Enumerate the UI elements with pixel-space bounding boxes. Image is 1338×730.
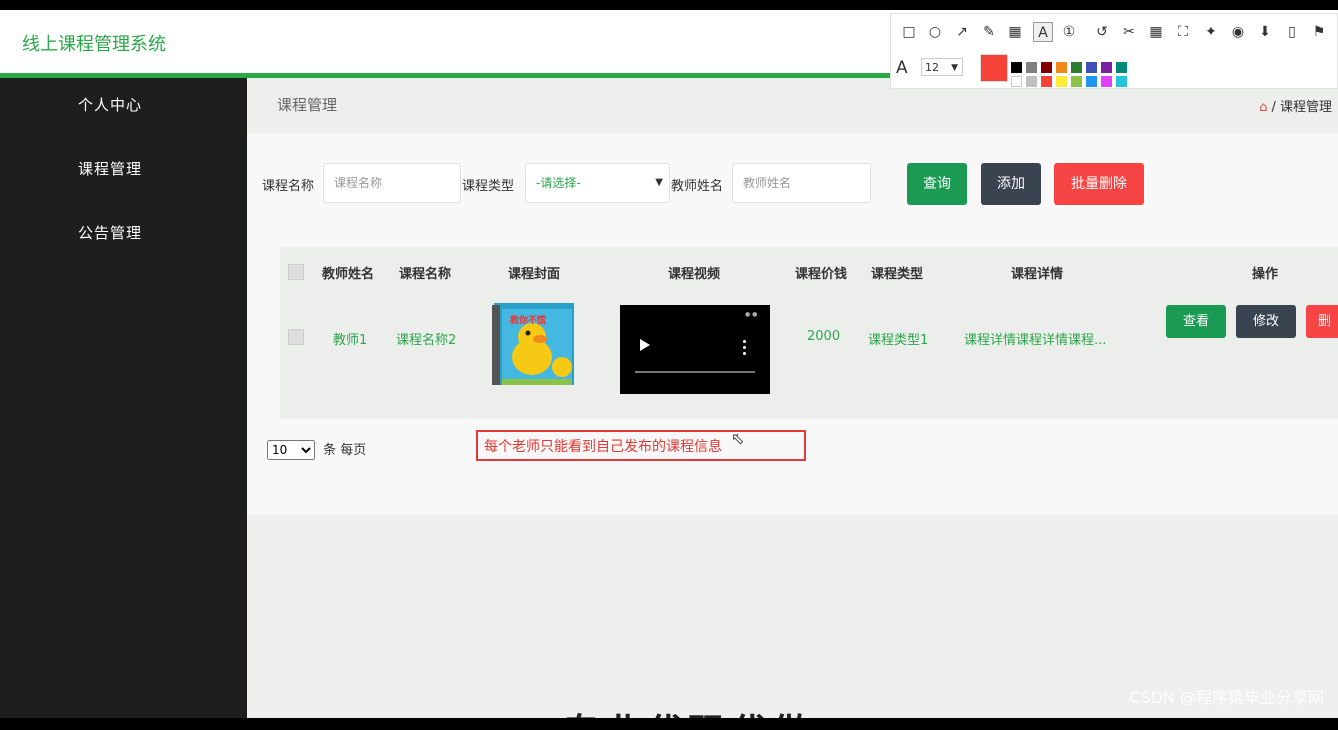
cell-details: 课程详情课程详情课程... bbox=[964, 333, 1107, 348]
column-header: 课程价钱 bbox=[795, 267, 848, 282]
bottom-overlay-text: 专业代码代做 bbox=[562, 702, 814, 718]
column-header: 课程封面 bbox=[508, 267, 561, 282]
add-button[interactable]: 添加 bbox=[981, 163, 1041, 205]
play-icon[interactable] bbox=[640, 339, 650, 351]
color-swatch[interactable] bbox=[1041, 62, 1052, 73]
course-table: 教师姓名 课程名称 课程封面 课程视频 课程价钱 课程类型 课程详情 操作 教师… bbox=[280, 247, 1338, 419]
watermark: CSDN @程序猿毕业分享网 bbox=[1129, 688, 1324, 707]
content-panel: 课程名称 课程名称 课程类型 -请选择- ▼ 教师姓名 教师姓名 查询 添加 批… bbox=[247, 133, 1338, 515]
number-tool-icon[interactable]: ① bbox=[1059, 22, 1079, 42]
teacher-name-label: 教师姓名 bbox=[671, 179, 724, 194]
color-swatch[interactable] bbox=[1011, 76, 1022, 87]
color-swatch[interactable] bbox=[1086, 62, 1097, 73]
chevron-down-icon: ▼ bbox=[951, 63, 958, 73]
search-bar: 课程名称 课程名称 课程类型 -请选择- ▼ 教师姓名 教师姓名 查询 添加 批… bbox=[262, 163, 1332, 205]
color-swatch[interactable] bbox=[1101, 76, 1112, 87]
color-swatch[interactable] bbox=[1026, 76, 1037, 87]
page-size-select[interactable]: 10 bbox=[267, 440, 315, 460]
main-content: 课程管理 ⌂ / 课程管理 课程名称 课程名称 课程类型 -请选择- ▼ 教师姓名… bbox=[247, 78, 1338, 718]
color-swatch[interactable] bbox=[1056, 76, 1067, 87]
query-button[interactable]: 查询 bbox=[907, 163, 967, 205]
rectangle-tool-icon[interactable]: □ bbox=[899, 22, 919, 42]
course-name-input[interactable]: 课程名称 bbox=[323, 163, 461, 203]
app-frame: 线上课程管理系统 个人中心 课程管理 公告管理 课程管理 ⌂ / 课程管理 课程名… bbox=[0, 10, 1338, 718]
cell-course-type: 课程类型1 bbox=[868, 333, 929, 348]
delete-button[interactable]: 删 bbox=[1306, 305, 1338, 338]
select-all-checkbox[interactable] bbox=[288, 264, 304, 280]
mouse-cursor-icon: ⬁ bbox=[731, 429, 745, 448]
breadcrumb: ⌂ / 课程管理 bbox=[1259, 100, 1332, 115]
pen-tool-icon[interactable]: ✎ bbox=[979, 22, 999, 42]
sidebar-item-profile[interactable]: 个人中心 bbox=[0, 94, 220, 115]
column-header: 课程详情 bbox=[1011, 267, 1064, 282]
translate-icon[interactable]: ▦ bbox=[1146, 22, 1166, 42]
cut-icon[interactable]: ✂ bbox=[1119, 22, 1139, 42]
pin-icon[interactable]: ✦ bbox=[1201, 22, 1221, 42]
screenshot-toolbar: □ ○ ↗ ✎ ▦ A ① ↺ ✂ ▦ ⛶ ✦ ◉ ⬇ ▯ ⚑ A 12 ▼ bbox=[890, 13, 1338, 89]
color-swatch[interactable] bbox=[1116, 62, 1127, 73]
batch-delete-button[interactable]: 批量删除 bbox=[1054, 163, 1144, 205]
row-checkbox[interactable] bbox=[288, 329, 304, 345]
view-button[interactable]: 查看 bbox=[1166, 305, 1226, 338]
color-swatch[interactable] bbox=[1101, 62, 1112, 73]
column-header: 教师姓名 bbox=[322, 267, 375, 282]
color-swatch[interactable] bbox=[1116, 76, 1127, 87]
current-color-swatch[interactable] bbox=[980, 54, 1008, 82]
color-swatch[interactable] bbox=[1071, 62, 1082, 73]
color-swatch[interactable] bbox=[1041, 76, 1052, 87]
course-type-select[interactable]: -请选择- ▼ bbox=[525, 163, 670, 203]
download-icon[interactable]: ⬇ bbox=[1255, 22, 1275, 42]
edit-button[interactable]: 修改 bbox=[1236, 305, 1296, 338]
course-cover-image: 教你不慌 bbox=[492, 299, 582, 389]
video-status-icon: ● ● bbox=[745, 311, 758, 318]
scan-icon[interactable]: ⛶ bbox=[1173, 22, 1193, 42]
breadcrumb-item[interactable]: 课程管理 bbox=[1280, 100, 1332, 115]
color-swatch[interactable] bbox=[1086, 76, 1097, 87]
sidebar-item-notices[interactable]: 公告管理 bbox=[0, 222, 220, 243]
column-header: 课程类型 bbox=[871, 267, 924, 282]
annotation-box: 每个老师只能看到自己发布的课程信息 bbox=[476, 430, 806, 461]
cover-title: 教你不慌 bbox=[510, 316, 547, 326]
teacher-name-input[interactable]: 教师姓名 bbox=[732, 163, 871, 203]
cell-price: 2000 bbox=[807, 329, 841, 344]
home-icon[interactable]: ⌂ bbox=[1259, 100, 1267, 115]
sidebar-item-courses[interactable]: 课程管理 bbox=[0, 158, 220, 179]
column-header: 课程名称 bbox=[399, 267, 452, 282]
phone-icon[interactable]: ▯ bbox=[1282, 22, 1302, 42]
column-header: 课程视频 bbox=[668, 267, 721, 282]
course-type-selected: -请选择- bbox=[536, 176, 581, 190]
color-swatch[interactable] bbox=[1071, 76, 1082, 87]
page-title: 课程管理 bbox=[277, 96, 338, 114]
page-size-suffix: 条 每页 bbox=[323, 443, 367, 458]
pagination: 10 条 每页 bbox=[267, 439, 366, 460]
bookmark-icon[interactable]: ⚑ bbox=[1309, 22, 1329, 42]
font-size-select[interactable]: 12 ▼ bbox=[921, 58, 963, 76]
color-swatch[interactable] bbox=[1056, 62, 1067, 73]
color-swatch[interactable] bbox=[1026, 62, 1037, 73]
font-size-icon: A bbox=[896, 58, 908, 78]
column-header: 操作 bbox=[1252, 267, 1279, 282]
cell-teacher-name: 教师1 bbox=[333, 333, 368, 348]
record-icon[interactable]: ◉ bbox=[1228, 22, 1248, 42]
cell-course-name: 课程名称2 bbox=[396, 333, 457, 348]
sidebar: 个人中心 课程管理 公告管理 bbox=[0, 78, 247, 718]
more-options-icon[interactable] bbox=[743, 340, 746, 358]
course-name-label: 课程名称 bbox=[262, 179, 315, 194]
video-progress-bar[interactable] bbox=[635, 371, 755, 373]
color-swatch[interactable] bbox=[1011, 62, 1022, 73]
ellipse-tool-icon[interactable]: ○ bbox=[925, 22, 945, 42]
app-title: 线上课程管理系统 bbox=[22, 34, 166, 55]
undo-icon[interactable]: ↺ bbox=[1092, 22, 1112, 42]
arrow-tool-icon[interactable]: ↗ bbox=[952, 22, 972, 42]
text-tool-icon[interactable]: A bbox=[1033, 22, 1053, 42]
chevron-down-icon: ▼ bbox=[655, 177, 663, 188]
font-size-value: 12 bbox=[925, 61, 939, 74]
course-type-label: 课程类型 bbox=[462, 179, 515, 194]
mosaic-tool-icon[interactable]: ▦ bbox=[1005, 22, 1025, 42]
course-video-player[interactable]: ● ● bbox=[620, 305, 770, 394]
